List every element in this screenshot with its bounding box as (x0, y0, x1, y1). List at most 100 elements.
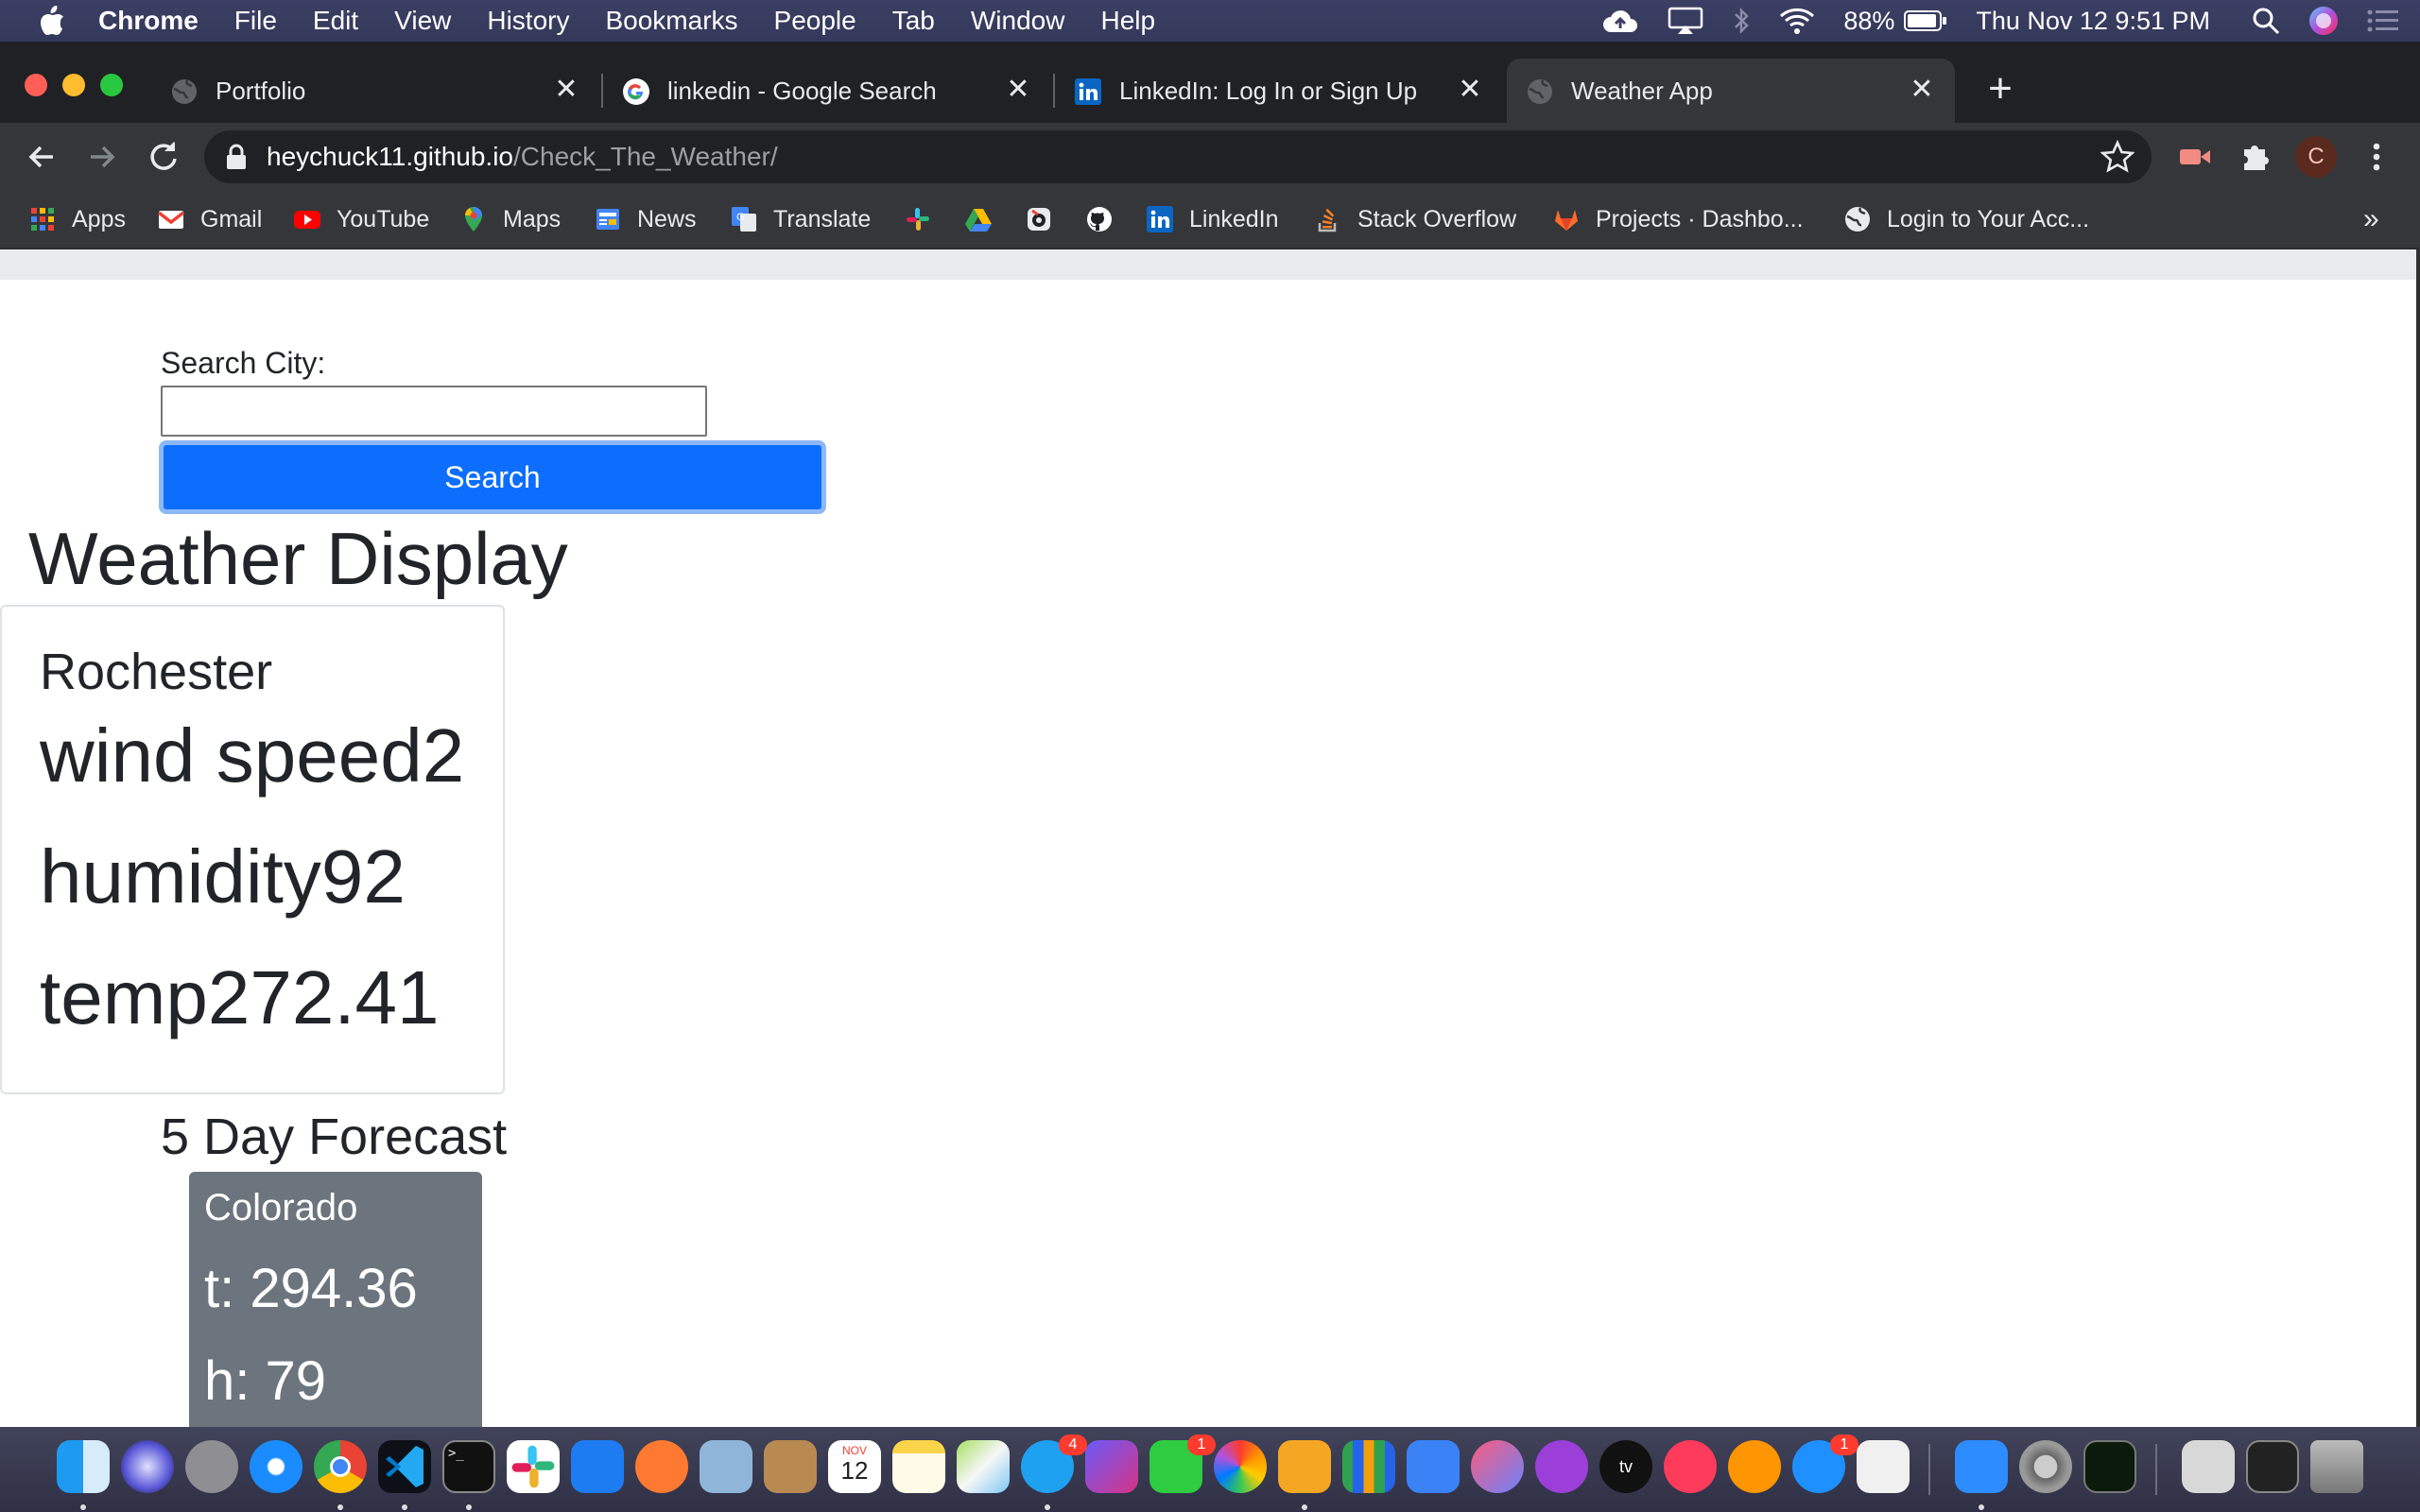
tab-close-icon[interactable]: ✕ (550, 74, 582, 106)
calendar-icon[interactable]: NOV 12 (828, 1440, 881, 1493)
notes-icon[interactable] (892, 1440, 945, 1493)
textedit-icon[interactable] (1857, 1440, 1910, 1493)
window-close-button[interactable] (25, 74, 47, 96)
xcode-icon[interactable] (571, 1440, 624, 1493)
menu-help[interactable]: Help (1100, 6, 1155, 36)
new-tab-button[interactable]: + (1981, 68, 2019, 110)
bookmark-translate[interactable]: G Translate (730, 200, 871, 238)
address-bar[interactable]: heychuck11.github.io/Check_The_Weather/ (204, 130, 2152, 183)
search-city-input[interactable] (161, 386, 707, 437)
bookmark-stack-overflow[interactable]: Stack Overflow (1314, 200, 1516, 238)
tab-portfolio[interactable]: Portfolio ✕ (151, 59, 599, 123)
macos-menu-bar: Chrome File Edit View History Bookmarks … (0, 0, 2420, 42)
icloud-upload-icon[interactable] (1601, 8, 1639, 34)
tab-linkedin-login[interactable]: LinkedIn: Log In or Sign Up ✕ (1055, 59, 1503, 123)
siri-app-icon[interactable] (121, 1440, 174, 1493)
profile-avatar[interactable]: C (2295, 136, 2337, 178)
trash-icon[interactable] (2310, 1440, 2363, 1493)
running-indicator (402, 1504, 407, 1510)
bookmark-maps[interactable]: Maps (459, 200, 561, 238)
calendar-month: NOV (841, 1444, 867, 1457)
maps-app-icon[interactable] (957, 1440, 1010, 1493)
tab-close-icon[interactable]: ✕ (1002, 74, 1034, 106)
terminal-icon[interactable]: >_ (442, 1440, 495, 1493)
extensions-puzzle-icon[interactable] (2235, 136, 2276, 178)
bookmark-label: LinkedIn (1189, 205, 1279, 232)
tab-close-icon[interactable]: ✕ (1454, 74, 1486, 106)
podcasts-icon[interactable] (1535, 1440, 1588, 1493)
apple-logo-icon[interactable] (38, 5, 66, 37)
zoom-icon[interactable] (1955, 1440, 2008, 1493)
bookmarks-bar: Apps Gmail YouTube Maps News G Translate… (0, 191, 2420, 249)
menu-tab[interactable]: Tab (892, 6, 935, 36)
photos-icon[interactable] (1214, 1440, 1267, 1493)
tab-title: Weather App (1571, 77, 1713, 105)
window-minimize-button[interactable] (62, 74, 85, 96)
menu-app-name[interactable]: Chrome (98, 6, 199, 36)
address-url[interactable]: heychuck11.github.io/Check_The_Weather/ (267, 142, 778, 172)
bookmark-slack[interactable] (904, 200, 932, 238)
bookmark-github[interactable] (1085, 200, 1114, 238)
vscode-icon[interactable] (378, 1440, 431, 1493)
downloads-stack-icon[interactable] (2182, 1440, 2235, 1493)
bluetooth-icon[interactable] (1732, 7, 1751, 35)
menu-window[interactable]: Window (971, 6, 1065, 36)
spotlight-search-icon[interactable] (2252, 7, 2280, 35)
pages-icon[interactable] (1278, 1440, 1331, 1493)
tab-weather-app[interactable]: Weather App ✕ (1507, 59, 1955, 123)
window-zoom-button[interactable] (100, 74, 123, 96)
postman-icon[interactable] (635, 1440, 688, 1493)
menubar-clock[interactable]: Thu Nov 12 9:51 PM (1976, 7, 2210, 36)
bookmark-news[interactable]: News (594, 200, 697, 238)
chrome-menu-icon[interactable] (2356, 136, 2397, 178)
wifi-icon[interactable] (1779, 7, 1815, 35)
bookmark-linkedin[interactable]: LinkedIn (1146, 200, 1279, 238)
system-preferences-gear-icon[interactable] (2019, 1440, 2072, 1493)
keynote-icon[interactable] (1407, 1440, 1460, 1493)
news-app-icon[interactable] (1664, 1440, 1717, 1493)
bookmark-apps[interactable]: Apps (28, 200, 126, 238)
bookmark-youtube[interactable]: YouTube (293, 200, 429, 238)
finder-icon[interactable] (57, 1440, 110, 1493)
bookmark-login-account[interactable]: Login to Your Acc... (1843, 200, 2089, 238)
bookmarks-overflow-chevron[interactable]: » (2363, 200, 2379, 238)
tab-linkedin-google-search[interactable]: linkedin - Google Search ✕ (603, 59, 1051, 123)
battery-icon[interactable] (1904, 9, 1947, 32)
current-wind-speed: wind speed2 (40, 713, 465, 798)
contacts-icon[interactable] (764, 1440, 817, 1493)
bookmark-camera[interactable] (1025, 200, 1053, 238)
launchpad-rocket-icon[interactable] (185, 1440, 238, 1493)
menu-history[interactable]: History (487, 6, 569, 36)
menu-edit[interactable]: Edit (313, 6, 358, 36)
apple-tv-icon[interactable]: tv (1599, 1440, 1652, 1493)
imovie-star-icon[interactable] (1085, 1440, 1138, 1493)
books-icon[interactable] (1728, 1440, 1781, 1493)
tab-close-icon[interactable]: ✕ (1906, 74, 1938, 106)
bookmark-gmail[interactable]: Gmail (157, 200, 262, 238)
menu-view[interactable]: View (394, 6, 451, 36)
preview-icon[interactable] (700, 1440, 752, 1493)
airplay-icon[interactable] (1668, 7, 1703, 35)
numbers-chart-icon[interactable] (1342, 1440, 1395, 1493)
activity-monitor-icon[interactable] (2083, 1440, 2136, 1493)
menu-bookmarks[interactable]: Bookmarks (605, 6, 737, 36)
menu-file[interactable]: File (234, 6, 277, 36)
menu-people[interactable]: People (774, 6, 856, 36)
bookmark-star-icon[interactable] (2100, 140, 2135, 174)
screen-recorder-extension-icon[interactable] (2174, 136, 2216, 178)
url-host: heychuck11.github.io (267, 142, 513, 171)
chrome-app-icon[interactable] (314, 1440, 367, 1493)
lock-icon[interactable] (225, 144, 248, 170)
siri-icon[interactable] (2308, 6, 2339, 36)
notification-center-icon[interactable] (2367, 9, 2399, 33)
back-arrow-icon[interactable] (21, 136, 62, 178)
slack-app-icon[interactable] (507, 1440, 560, 1493)
bookmark-gitlab-projects[interactable]: Projects · Dashbo... (1552, 200, 1804, 238)
safari-compass-icon[interactable] (250, 1440, 302, 1493)
screenshot-stack-icon[interactable] (2246, 1440, 2299, 1493)
bookmark-google-drive[interactable] (964, 200, 993, 238)
reload-icon[interactable] (142, 136, 183, 178)
search-button[interactable]: Search (159, 440, 826, 514)
music-icon[interactable] (1471, 1440, 1524, 1493)
forward-arrow-icon[interactable] (81, 136, 123, 178)
